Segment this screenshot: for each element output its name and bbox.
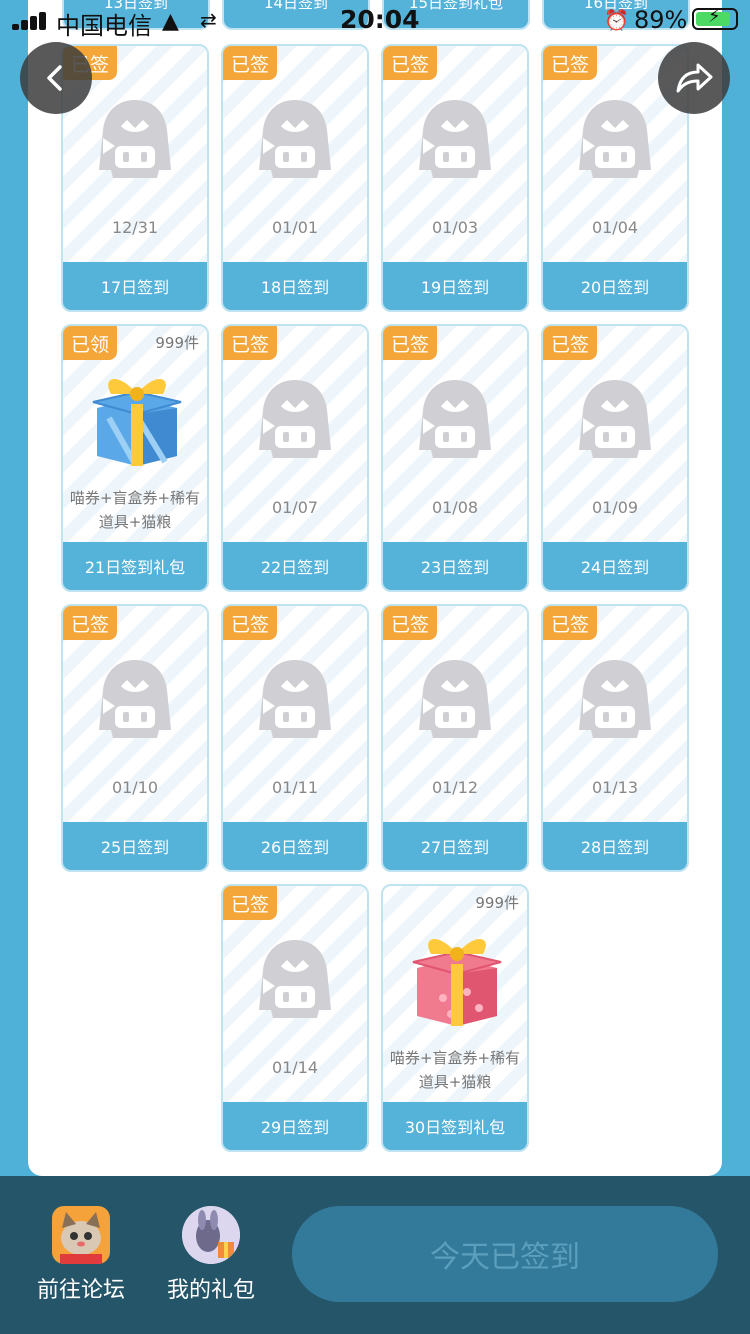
status-badge: 已签 — [543, 46, 597, 80]
gift-contents: 喵券+盲盒券+稀有道具+猫粮 — [69, 489, 201, 531]
battery-percent: 89% — [634, 6, 688, 34]
gift-contents: 喵券+盲盒券+稀有道具+猫粮 — [389, 1049, 521, 1091]
mascot-placeholder-icon — [419, 100, 491, 178]
mascot-placeholder-icon — [99, 100, 171, 178]
status-badge: 已领 — [63, 326, 117, 360]
gift-bag-icon — [182, 1206, 240, 1264]
checkin-date: 01/12 — [431, 778, 479, 797]
share-icon — [676, 63, 713, 93]
mascot-placeholder-icon — [259, 100, 331, 178]
mascot-placeholder-icon — [419, 660, 491, 738]
checkin-card[interactable]: 已签 01/10 25日签到 — [61, 604, 209, 872]
checkin-date: 01/14 — [271, 1058, 319, 1077]
checkin-card[interactable]: 已签 01/03 19日签到 — [381, 44, 529, 312]
mascot-placeholder-icon — [259, 380, 331, 458]
card-day-label: 26日签到 — [223, 822, 367, 870]
clock: 20:04 — [340, 5, 420, 34]
card-day-label: 17日签到 — [63, 262, 207, 310]
alarm-icon: ⏰ — [604, 8, 629, 32]
forum-link[interactable]: 前往论坛 — [26, 1206, 136, 1304]
battery-charging-icon: ⚡ — [692, 6, 738, 30]
gift-count: 999件 — [475, 894, 519, 912]
signal-icon — [12, 12, 48, 30]
gift-card[interactable]: 999件 喵券+盲盒券+稀有道具+猫粮 30日签到礼包 — [381, 884, 529, 1152]
status-bar: 中国电信 ▲ ⇄ 20:04 ⏰ 89% ⚡ — [0, 0, 750, 40]
mascot-placeholder-icon — [259, 940, 331, 1018]
mascot-placeholder-icon — [579, 100, 651, 178]
wifi-icon: ▲ — [162, 9, 179, 34]
blue-gift-box-icon — [92, 378, 182, 466]
gift-count: 999件 — [155, 334, 199, 352]
pink-gift-box-icon — [412, 938, 502, 1026]
checkin-date: 01/01 — [271, 218, 319, 237]
card-day-label: 24日签到 — [543, 542, 687, 590]
card-day-label: 29日签到 — [223, 1102, 367, 1150]
status-badge: 已签 — [223, 326, 277, 360]
checkin-card[interactable]: 已签 01/01 18日签到 — [221, 44, 369, 312]
status-badge: 已签 — [223, 886, 277, 920]
card-day-label: 19日签到 — [383, 262, 527, 310]
card-day-label: 18日签到 — [223, 262, 367, 310]
card-day-label: 21日签到礼包 — [63, 542, 207, 590]
chevron-left-icon — [47, 65, 62, 91]
card-day-label: 30日签到礼包 — [383, 1102, 527, 1150]
forum-cat-icon — [52, 1206, 110, 1264]
mascot-placeholder-icon — [419, 380, 491, 458]
mascot-placeholder-icon — [579, 380, 651, 458]
checkin-date: 12/31 — [111, 218, 159, 237]
checkin-card[interactable]: 已签 01/09 24日签到 — [541, 324, 689, 592]
card-day-label: 28日签到 — [543, 822, 687, 870]
signed-today-label: 今天已签到 — [430, 1240, 580, 1275]
back-button[interactable] — [20, 42, 92, 114]
status-badge: 已签 — [543, 606, 597, 640]
card-day-label: 22日签到 — [223, 542, 367, 590]
gift-card[interactable]: 已领 999件 喵券+盲盒券+稀有道具+猫粮 21日签到礼包 — [61, 324, 209, 592]
checkin-date: 01/08 — [431, 498, 479, 517]
mascot-placeholder-icon — [259, 660, 331, 738]
card-day-label: 25日签到 — [63, 822, 207, 870]
mascot-placeholder-icon — [579, 660, 651, 738]
checkin-card[interactable]: 已签 01/08 23日签到 — [381, 324, 529, 592]
my-gifts-label: 我的礼包 — [166, 1278, 255, 1303]
checkin-date: 01/03 — [431, 218, 479, 237]
signed-today-button[interactable]: 今天已签到 — [292, 1206, 718, 1302]
checkin-card[interactable]: 已签 01/12 27日签到 — [381, 604, 529, 872]
card-day-label: 23日签到 — [383, 542, 527, 590]
checkin-card[interactable]: 已签 01/14 29日签到 — [221, 884, 369, 1152]
status-badge: 已签 — [543, 326, 597, 360]
my-gifts-link[interactable]: 我的礼包 — [156, 1206, 266, 1304]
status-badge: 已签 — [383, 46, 437, 80]
share-button[interactable] — [658, 42, 730, 114]
card-day-label: 20日签到 — [543, 262, 687, 310]
checkin-card[interactable]: 已签 01/07 22日签到 — [221, 324, 369, 592]
carrier-name: 中国电信 — [56, 12, 152, 40]
rotation-lock-icon: ⇄ — [200, 8, 217, 32]
checkin-card[interactable]: 已签 01/11 26日签到 — [221, 604, 369, 872]
status-badge: 已签 — [383, 606, 437, 640]
card-day-label: 27日签到 — [383, 822, 527, 870]
status-badge: 已签 — [63, 606, 117, 640]
checkin-date: 01/11 — [271, 778, 319, 797]
checkin-date: 01/09 — [591, 498, 639, 517]
checkin-card[interactable]: 已签 01/13 28日签到 — [541, 604, 689, 872]
status-badge: 已签 — [383, 326, 437, 360]
checkin-date: 01/04 — [591, 218, 639, 237]
forum-label: 前往论坛 — [36, 1278, 125, 1303]
mascot-placeholder-icon — [99, 660, 171, 738]
status-badge: 已签 — [223, 606, 277, 640]
checkin-date: 01/07 — [271, 498, 319, 517]
bottom-bar: 前往论坛 我的礼包 今天已签到 — [0, 1176, 750, 1334]
checkin-date: 01/13 — [591, 778, 639, 797]
checkin-date: 01/10 — [111, 778, 159, 797]
status-badge: 已签 — [223, 46, 277, 80]
